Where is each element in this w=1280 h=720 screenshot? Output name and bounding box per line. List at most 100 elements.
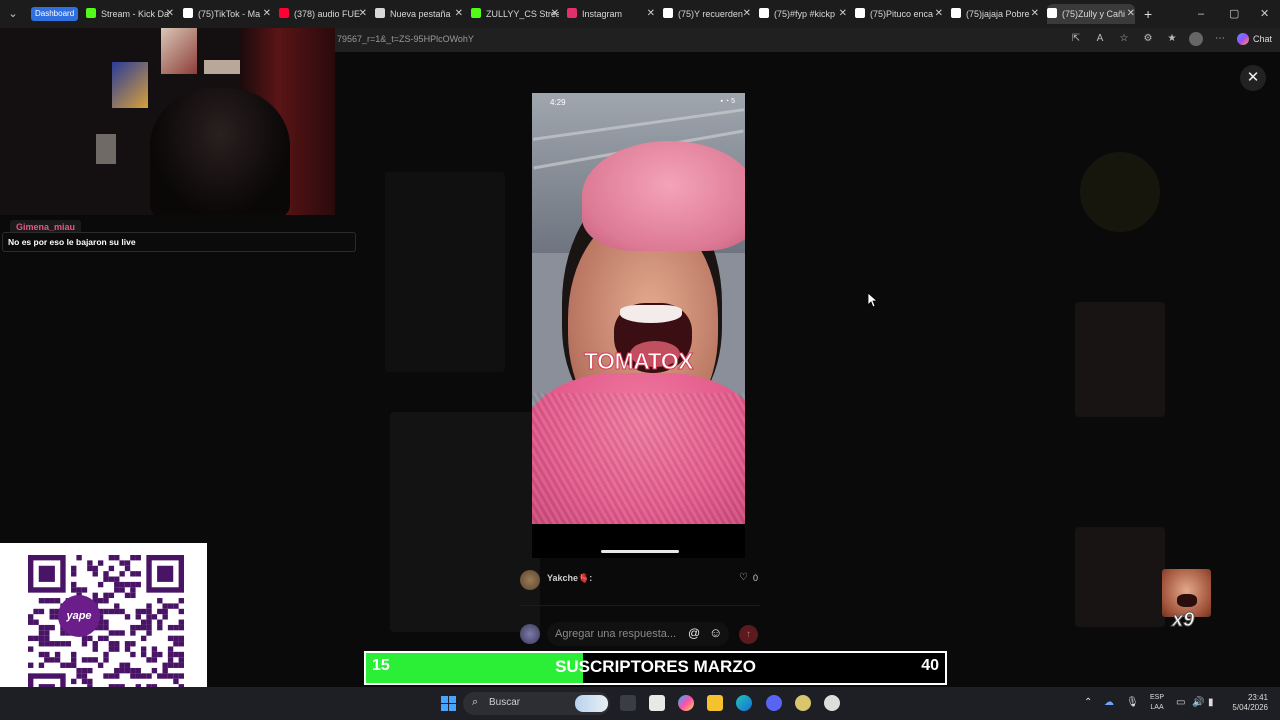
- copilot-icon: [1236, 33, 1249, 45]
- tab-close-icon[interactable]: ✕: [935, 4, 943, 24]
- onedrive-icon[interactable]: ☁: [1104, 697, 1114, 708]
- poster-image: [204, 60, 240, 74]
- video-caption: TOMATOX: [584, 348, 694, 375]
- tab-close-icon[interactable]: ✕: [647, 4, 655, 24]
- tab-title: (75)Pituco enca: [870, 9, 934, 19]
- comment-item: Yakche🫀: ♡ 0: [520, 568, 770, 592]
- tab-close-icon[interactable]: ✕: [743, 4, 751, 24]
- commenter-avatar[interactable]: [520, 570, 540, 590]
- video-player[interactable]: 4:29 ▪ ◔ 5 TOMATOX: [532, 93, 745, 524]
- translate-icon[interactable]: A: [1093, 32, 1107, 46]
- tab-close-icon[interactable]: ✕: [1031, 4, 1039, 24]
- maximize-button[interactable]: ▢: [1229, 4, 1239, 24]
- tiktok-icon: [183, 8, 193, 18]
- status-icons: ▪ ◔ 5: [720, 98, 736, 105]
- browser-tab[interactable]: (75)Y recuerden ✕: [663, 4, 751, 24]
- app-icon[interactable]: [795, 695, 811, 711]
- browser-tab[interactable]: Instagram ✕: [567, 4, 655, 24]
- browser-tab[interactable]: (75)Zully y Cañi ✕: [1047, 4, 1135, 24]
- discord-icon[interactable]: [766, 695, 782, 711]
- copilot-app-icon[interactable]: [678, 695, 694, 711]
- profile-icon[interactable]: [1188, 32, 1203, 46]
- tiktok-icon: [1047, 8, 1057, 18]
- tab-title: Stream - Kick Da: [101, 9, 170, 19]
- task-view-icon[interactable]: [620, 695, 636, 711]
- emoji-icon[interactable]: ☺: [709, 625, 722, 640]
- reply-input[interactable]: Agregar una respuesta...: [547, 622, 729, 646]
- tab-close-icon[interactable]: ✕: [1127, 4, 1135, 24]
- tab-close-icon[interactable]: ✕: [839, 4, 847, 24]
- edge-browser-icon[interactable]: [736, 695, 752, 711]
- microphone-icon[interactable]: 🎙: [1126, 697, 1139, 708]
- dashboard-badge[interactable]: Dashboard: [31, 7, 79, 21]
- copilot-chat-button[interactable]: Chat: [1236, 32, 1272, 46]
- taskbar-clock[interactable]: 23:41 5/04/2026: [1226, 693, 1268, 713]
- search-label: Buscar: [489, 697, 521, 708]
- browser-tab[interactable]: (378) audio FUE ✕: [279, 4, 367, 24]
- minimize-button[interactable]: –: [1198, 4, 1204, 24]
- tab-title: (75)Y recuerden: [678, 9, 743, 19]
- tab-close-icon[interactable]: ✕: [551, 4, 559, 24]
- subscriber-goal-bar: 15 SUSCRIPTORES MARZO 40: [364, 651, 947, 685]
- url-text[interactable]: 79567_r=1&_t=ZS-95HPlcOWohY: [337, 34, 474, 44]
- commenter-username[interactable]: Yakche🫀:: [547, 573, 592, 584]
- browser-tab[interactable]: (75)TikTok - Ma ✕: [183, 4, 271, 24]
- language-indicator[interactable]: ESP LAA: [1150, 693, 1164, 713]
- kick-icon: [471, 8, 481, 18]
- extensions-icon[interactable]: ⚙: [1141, 32, 1155, 46]
- mention-icon[interactable]: @: [688, 626, 700, 640]
- favorites-icon[interactable]: ★: [1165, 32, 1179, 46]
- battery-icon[interactable]: ▮: [1208, 697, 1214, 708]
- send-button[interactable]: ↑: [739, 625, 758, 644]
- home-indicator: [601, 550, 679, 553]
- tiktok-icon: [951, 8, 961, 18]
- tab-actions-chevron-down-icon[interactable]: ⌄: [4, 5, 22, 23]
- browser-tab[interactable]: Stream - Kick Da ✕: [86, 4, 174, 24]
- streamer-webcam: [0, 28, 335, 215]
- subscriber-goal-title: SUSCRIPTORES MARZO: [555, 657, 756, 676]
- obs-icon[interactable]: [824, 695, 840, 711]
- streamer-silhouette: [150, 88, 290, 215]
- chat-message: No es por eso le bajaron su live: [2, 232, 356, 252]
- browser-tab[interactable]: (75)jajaja Pobre ✕: [951, 4, 1039, 24]
- like-count: 0: [753, 573, 759, 583]
- new-tab-button[interactable]: +: [1144, 4, 1152, 24]
- browser-tab[interactable]: (75)Pituco enca ✕: [855, 4, 943, 24]
- language-top: ESP: [1150, 694, 1165, 701]
- tab-close-icon[interactable]: ✕: [455, 4, 463, 24]
- address-bar[interactable]: 79567_r=1&_t=ZS-95HPlcOWohY ⇱ A ☆ ⚙ ★ ⋯ …: [335, 28, 1280, 52]
- search-icon: ⌕: [472, 696, 479, 708]
- tab-title: (378) audio FUE: [294, 9, 361, 19]
- tab-close-icon[interactable]: ✕: [166, 4, 174, 24]
- browser-tab[interactable]: Nueva pestaña ✕: [375, 4, 463, 24]
- taskbar-search[interactable]: ⌕ Buscar: [463, 692, 610, 715]
- language-bottom: LAA: [1150, 704, 1164, 711]
- close-window-button[interactable]: ✕: [1260, 4, 1269, 24]
- volume-icon[interactable]: 🔊: [1192, 697, 1204, 708]
- open-external-icon[interactable]: ⇱: [1069, 32, 1083, 46]
- more-options-icon[interactable]: ⋯: [1213, 32, 1227, 46]
- screen: ⌄ Dashboard Stream - Kick Da ✕ (75)TikTok …: [0, 0, 1280, 720]
- file-explorer-icon[interactable]: [707, 695, 723, 711]
- tray-expand-icon[interactable]: ⌃: [1084, 697, 1092, 708]
- tab-close-icon[interactable]: ✕: [359, 4, 367, 24]
- divider: [520, 605, 760, 606]
- browser-tab-strip: ⌄ Dashboard Stream - Kick Da ✕ (75)TikTok …: [0, 0, 1280, 28]
- windows-taskbar: ⌕ Buscar ⌃ ☁ 🎙 ESP LAA ▭ 🔊 ▮ 23:41 5/04/…: [0, 687, 1280, 720]
- tab-close-icon[interactable]: ✕: [263, 4, 271, 24]
- network-icon[interactable]: ▭: [1176, 697, 1185, 708]
- store-icon[interactable]: [649, 695, 665, 711]
- windows-start-icon[interactable]: [441, 696, 456, 711]
- close-overlay-button[interactable]: ✕: [1240, 65, 1266, 91]
- clock-date: 5/04/2026: [1232, 703, 1268, 712]
- search-highlight-image: [575, 695, 608, 712]
- youtube-icon: [279, 8, 289, 18]
- subscriber-goal: 40: [921, 657, 939, 674]
- yape-logo: yape: [58, 595, 100, 637]
- instagram-icon: [567, 8, 577, 18]
- browser-tab[interactable]: ZULLYY_CS Strea ✕: [471, 4, 559, 24]
- browser-tab[interactable]: (75)#fyp #kickp ✕: [759, 4, 847, 24]
- heart-icon[interactable]: ♡: [739, 572, 748, 583]
- poster-image: [112, 62, 148, 108]
- favorite-star-icon[interactable]: ☆: [1117, 32, 1131, 46]
